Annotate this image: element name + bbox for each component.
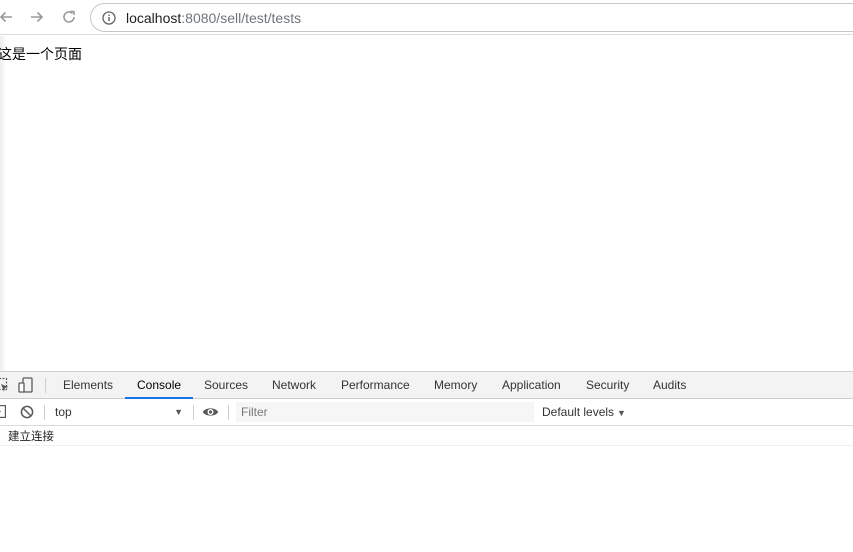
tab-sources[interactable]: Sources (204, 372, 248, 399)
devtools-tab-bar: Elements Console Sources Network Perform… (0, 372, 853, 399)
tab-network[interactable]: Network (272, 372, 316, 399)
console-sidebar-icon[interactable] (0, 405, 6, 418)
toolbar-divider (45, 378, 46, 393)
page-body-text: 这是一个页面 (0, 47, 82, 63)
url-host: localhost (126, 10, 182, 26)
dropdown-arrow-icon: ▼ (174, 407, 183, 417)
context-label: top (55, 405, 72, 419)
inspect-element-icon[interactable] (0, 377, 10, 393)
log-levels-dropdown[interactable]: Default levels ▼ (542, 405, 626, 419)
console-message-text: 建立连接 (8, 429, 54, 443)
forward-button[interactable] (27, 7, 47, 27)
log-levels-label: Default levels (542, 405, 615, 419)
tab-application[interactable]: Application (502, 372, 561, 399)
toolbar-divider (44, 405, 45, 420)
tab-security[interactable]: Security (586, 372, 629, 399)
tab-audits[interactable]: Audits (653, 372, 686, 399)
browser-toolbar: localhost:8080/sell/test/tests (0, 0, 853, 35)
reload-icon (63, 10, 75, 23)
tab-elements[interactable]: Elements (63, 372, 113, 399)
device-toolbar-icon[interactable] (18, 377, 34, 393)
tab-performance[interactable]: Performance (341, 372, 410, 399)
console-toolbar: top ▼ Default levels▼ (0, 399, 853, 426)
console-message: 建立连接 (0, 426, 853, 446)
devtools-panel: Elements Console Sources Network Perform… (0, 371, 853, 552)
url-path: :8080/sell/test/tests (181, 10, 302, 26)
back-arrow-icon (0, 11, 12, 23)
tab-memory[interactable]: Memory (434, 372, 477, 399)
address-bar[interactable]: localhost:8080/sell/test/tests (90, 3, 853, 32)
eye-icon[interactable] (202, 406, 219, 418)
info-icon[interactable] (102, 11, 116, 25)
dropdown-arrow-icon: ▼ (617, 408, 626, 418)
console-filter-input[interactable] (236, 402, 534, 422)
toolbar-divider (228, 405, 229, 420)
tab-console[interactable]: Console (137, 372, 181, 399)
context-selector[interactable]: top ▼ (48, 399, 188, 425)
clear-console-icon[interactable] (20, 405, 34, 419)
toolbar-divider (193, 405, 194, 420)
forward-arrow-icon (31, 11, 44, 23)
url-text[interactable]: localhost:8080/sell/test/tests (126, 10, 301, 26)
reload-button[interactable] (59, 7, 79, 27)
back-button[interactable] (0, 7, 16, 27)
